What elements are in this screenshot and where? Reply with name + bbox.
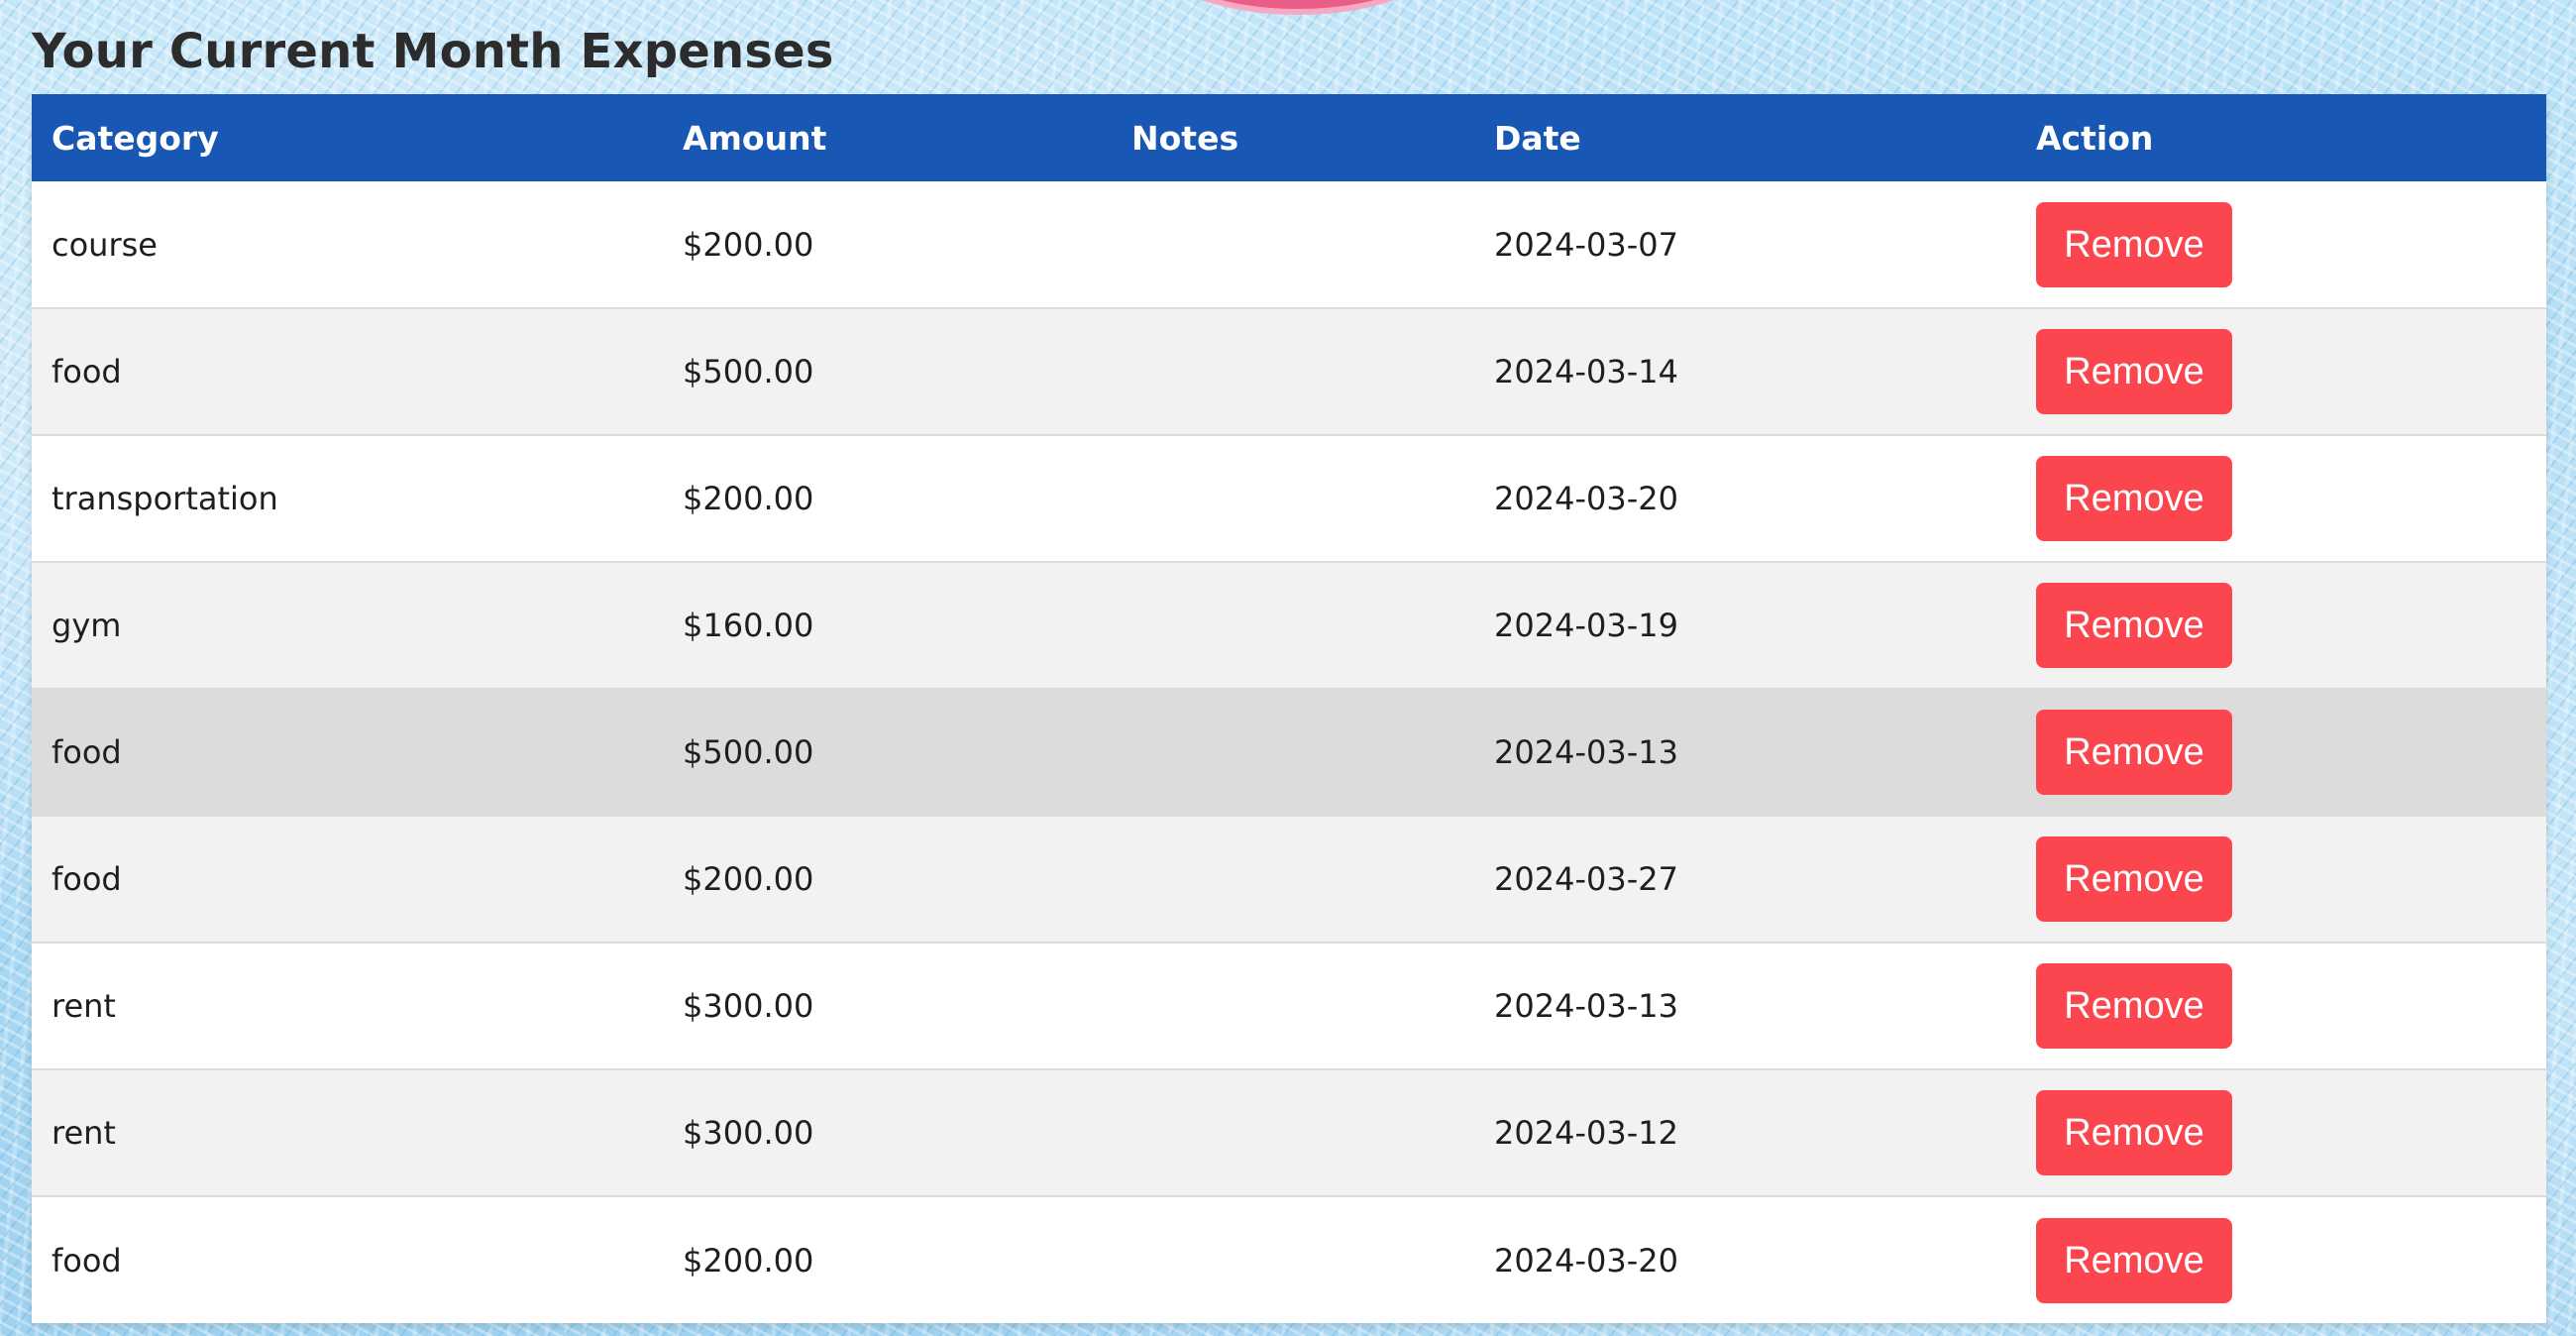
cell-date: 2024-03-20 bbox=[1494, 1241, 1678, 1280]
table-row: rent $300.00 2024-03-12 Remove bbox=[32, 1069, 2546, 1197]
cell-action: Remove bbox=[2016, 181, 2546, 309]
column-header-amount: Amount bbox=[683, 118, 827, 158]
cell-action: Remove bbox=[2016, 1196, 2546, 1323]
cell-amount: $160.00 bbox=[663, 562, 1112, 690]
cell-date: 2024-03-20 bbox=[1474, 435, 2016, 563]
cell-date: 2024-03-27 bbox=[1474, 816, 2016, 944]
cell-date: 2024-03-07 bbox=[1474, 181, 2016, 309]
column-header-date: Date bbox=[1494, 118, 1581, 158]
cell-notes bbox=[1112, 1196, 1474, 1323]
table-row: course $200.00 2024-03-07 Remove bbox=[32, 181, 2546, 309]
cell-category: rent bbox=[32, 1069, 663, 1197]
cell-amount: $200.00 bbox=[663, 435, 1112, 563]
header-row: Category Amount Notes Date Action bbox=[32, 94, 2546, 181]
expenses-table: Category Amount Notes Date Action course… bbox=[32, 94, 2546, 1323]
cell-category: food bbox=[52, 1241, 122, 1280]
cell-action: Remove bbox=[2016, 562, 2546, 690]
cell-category: food bbox=[32, 816, 663, 944]
cell-category: course bbox=[32, 181, 663, 309]
cell-amount: $200.00 bbox=[683, 1241, 814, 1280]
remove-button[interactable]: Remove bbox=[2036, 1217, 2232, 1303]
table-header: Category Amount Notes Date Action bbox=[32, 94, 2546, 181]
cell-action: Remove bbox=[2016, 435, 2546, 563]
remove-button[interactable]: Remove bbox=[2036, 201, 2232, 287]
table-row: food $500.00 2024-03-14 Remove bbox=[32, 308, 2546, 436]
table-row: rent $300.00 2024-03-13 Remove bbox=[32, 943, 2546, 1070]
cell-action: Remove bbox=[2016, 689, 2546, 817]
table-row: transportation $200.00 2024-03-20 Remove bbox=[32, 435, 2546, 563]
table-row: food $200.00 2024-03-20 Remove bbox=[32, 1196, 2546, 1323]
remove-button[interactable]: Remove bbox=[2036, 329, 2232, 414]
table-row: gym $160.00 2024-03-19 Remove bbox=[32, 562, 2546, 690]
remove-button[interactable]: Remove bbox=[2036, 583, 2232, 668]
column-header-notes: Notes bbox=[1131, 118, 1239, 158]
column-header-action: Action bbox=[2036, 118, 2154, 158]
column-header-category: Category bbox=[52, 118, 219, 158]
cell-amount: $300.00 bbox=[663, 943, 1112, 1070]
remove-button[interactable]: Remove bbox=[2036, 963, 2232, 1049]
table-row: food $200.00 2024-03-27 Remove bbox=[32, 816, 2546, 944]
cell-category: food bbox=[32, 308, 663, 436]
remove-button[interactable]: Remove bbox=[2036, 836, 2232, 922]
cell-category: transportation bbox=[32, 435, 663, 563]
cell-amount: $500.00 bbox=[663, 689, 1112, 817]
cell-notes bbox=[1112, 562, 1474, 690]
cell-amount: $300.00 bbox=[663, 1069, 1112, 1197]
cell-date: 2024-03-13 bbox=[1474, 689, 2016, 817]
cell-notes bbox=[1112, 435, 1474, 563]
cell-category: gym bbox=[32, 562, 663, 690]
page-title: Your Current Month Expenses bbox=[32, 24, 834, 79]
cell-amount: $200.00 bbox=[663, 181, 1112, 309]
cell-category: rent bbox=[32, 943, 663, 1070]
cell-date: 2024-03-13 bbox=[1474, 943, 2016, 1070]
remove-button[interactable]: Remove bbox=[2036, 710, 2232, 795]
cell-category: food bbox=[32, 689, 663, 817]
cell-action: Remove bbox=[2016, 1069, 2546, 1197]
cell-notes bbox=[1112, 308, 1474, 436]
cell-amount: $500.00 bbox=[663, 308, 1112, 436]
cell-notes bbox=[1112, 689, 1474, 817]
cell-date: 2024-03-19 bbox=[1474, 562, 2016, 690]
decorative-pink-shape bbox=[1139, 0, 1456, 15]
table-body: course $200.00 2024-03-07 Remove food $5… bbox=[32, 181, 2546, 1323]
cell-amount: $200.00 bbox=[663, 816, 1112, 944]
table-row: food $500.00 2024-03-13 Remove bbox=[32, 689, 2546, 817]
cell-notes bbox=[1112, 1069, 1474, 1197]
cell-action: Remove bbox=[2016, 308, 2546, 436]
expenses-table-container: Category Amount Notes Date Action course… bbox=[32, 94, 2546, 1323]
cell-action: Remove bbox=[2016, 943, 2546, 1070]
cell-action: Remove bbox=[2016, 816, 2546, 944]
remove-button[interactable]: Remove bbox=[2036, 1090, 2232, 1175]
remove-button[interactable]: Remove bbox=[2036, 456, 2232, 541]
cell-date: 2024-03-12 bbox=[1474, 1069, 2016, 1197]
cell-notes bbox=[1112, 816, 1474, 944]
cell-date: 2024-03-14 bbox=[1474, 308, 2016, 436]
cell-notes bbox=[1112, 943, 1474, 1070]
cell-notes bbox=[1112, 181, 1474, 309]
